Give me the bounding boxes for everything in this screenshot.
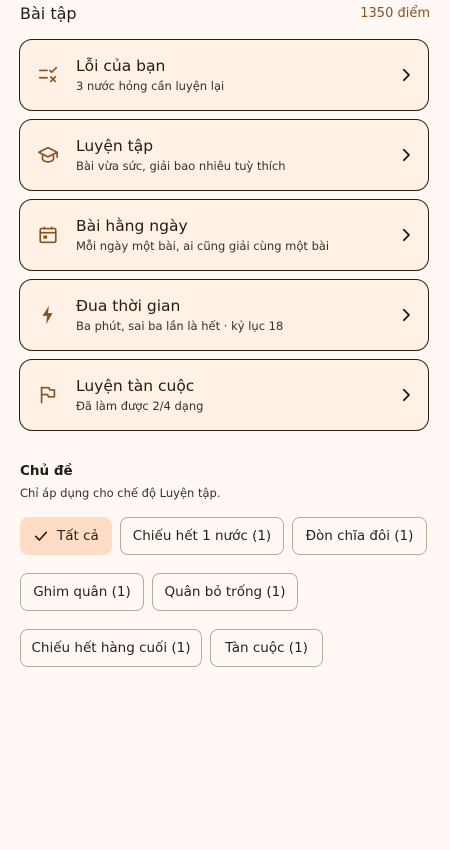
card-title: Đua thời gian xyxy=(76,296,181,315)
school-cap-icon xyxy=(20,144,76,166)
chip-label: Tất cả xyxy=(57,528,99,544)
card-subtitle: Mỗi ngày một bài, ai cũng giải cùng một … xyxy=(76,238,330,253)
chip-label: Chiếu hết hàng cuối (1) xyxy=(31,640,191,656)
page-title: Bài tập xyxy=(20,3,77,23)
card-subtitle: Bài vừa sức, giải bao nhiêu tuỳ thích xyxy=(76,158,286,173)
chevron-right-icon xyxy=(384,386,428,404)
chevron-right-icon xyxy=(384,306,428,324)
card-daily[interactable]: Bài hằng ngày Mỗi ngày một bài, ai cũng … xyxy=(19,199,429,271)
card-subtitle: Đã làm được 2/4 dạng xyxy=(76,398,204,413)
topics-title: Chủ đề xyxy=(20,463,73,479)
card-title: Lỗi của bạn xyxy=(76,56,166,75)
chip-all[interactable]: Tất cả xyxy=(20,517,112,555)
flag-icon xyxy=(20,384,76,406)
chip-label: Ghim quân (1) xyxy=(33,584,131,600)
card-subtitle: Ba phút, sai ba lần là hết · kỷ lục 18 xyxy=(76,318,284,333)
chevron-right-icon xyxy=(384,226,428,244)
card-practice[interactable]: Luyện tập Bài vừa sức, giải bao nhiêu tu… xyxy=(19,119,429,191)
chip-label: Đòn chĩa đôi (1) xyxy=(305,528,414,544)
calendar-icon xyxy=(20,224,76,246)
card-endgame[interactable]: Luyện tàn cuộc Đã làm được 2/4 dạng xyxy=(19,359,429,431)
card-title: Luyện tàn cuộc xyxy=(76,376,195,395)
chip-hanging-piece[interactable]: Quân bỏ trống (1) xyxy=(152,573,298,611)
bolt-icon xyxy=(20,304,76,326)
chip-label: Tàn cuộc (1) xyxy=(225,640,308,656)
card-mistakes[interactable]: Lỗi của bạn 3 nước hỏng cần luyện lại xyxy=(19,39,429,111)
card-time-race[interactable]: Đua thời gian Ba phút, sai ba lần là hết… xyxy=(19,279,429,351)
app-header: Bài tập 1350 điểm xyxy=(20,0,430,26)
card-title: Bài hằng ngày xyxy=(76,216,188,235)
chip-label: Chiếu hết 1 nước (1) xyxy=(132,528,272,544)
chip-label: Quân bỏ trống (1) xyxy=(164,584,286,600)
chip-pin[interactable]: Ghim quân (1) xyxy=(20,573,144,611)
chevron-right-icon xyxy=(384,146,428,164)
score-label: 1350 điểm xyxy=(360,5,430,21)
card-subtitle: 3 nước hỏng cần luyện lại xyxy=(76,78,225,93)
rule-check-icon xyxy=(20,64,76,86)
topics-subtitle: Chỉ áp dụng cho chế độ Luyện tập. xyxy=(20,486,221,500)
check-icon xyxy=(34,531,48,541)
card-title: Luyện tập xyxy=(76,136,154,155)
chevron-right-icon xyxy=(384,66,428,84)
chip-fork[interactable]: Đòn chĩa đôi (1) xyxy=(292,517,427,555)
chip-endgame[interactable]: Tàn cuộc (1) xyxy=(210,629,323,667)
chip-mate-in-1[interactable]: Chiếu hết 1 nước (1) xyxy=(120,517,284,555)
chip-back-rank-mate[interactable]: Chiếu hết hàng cuối (1) xyxy=(20,629,202,667)
